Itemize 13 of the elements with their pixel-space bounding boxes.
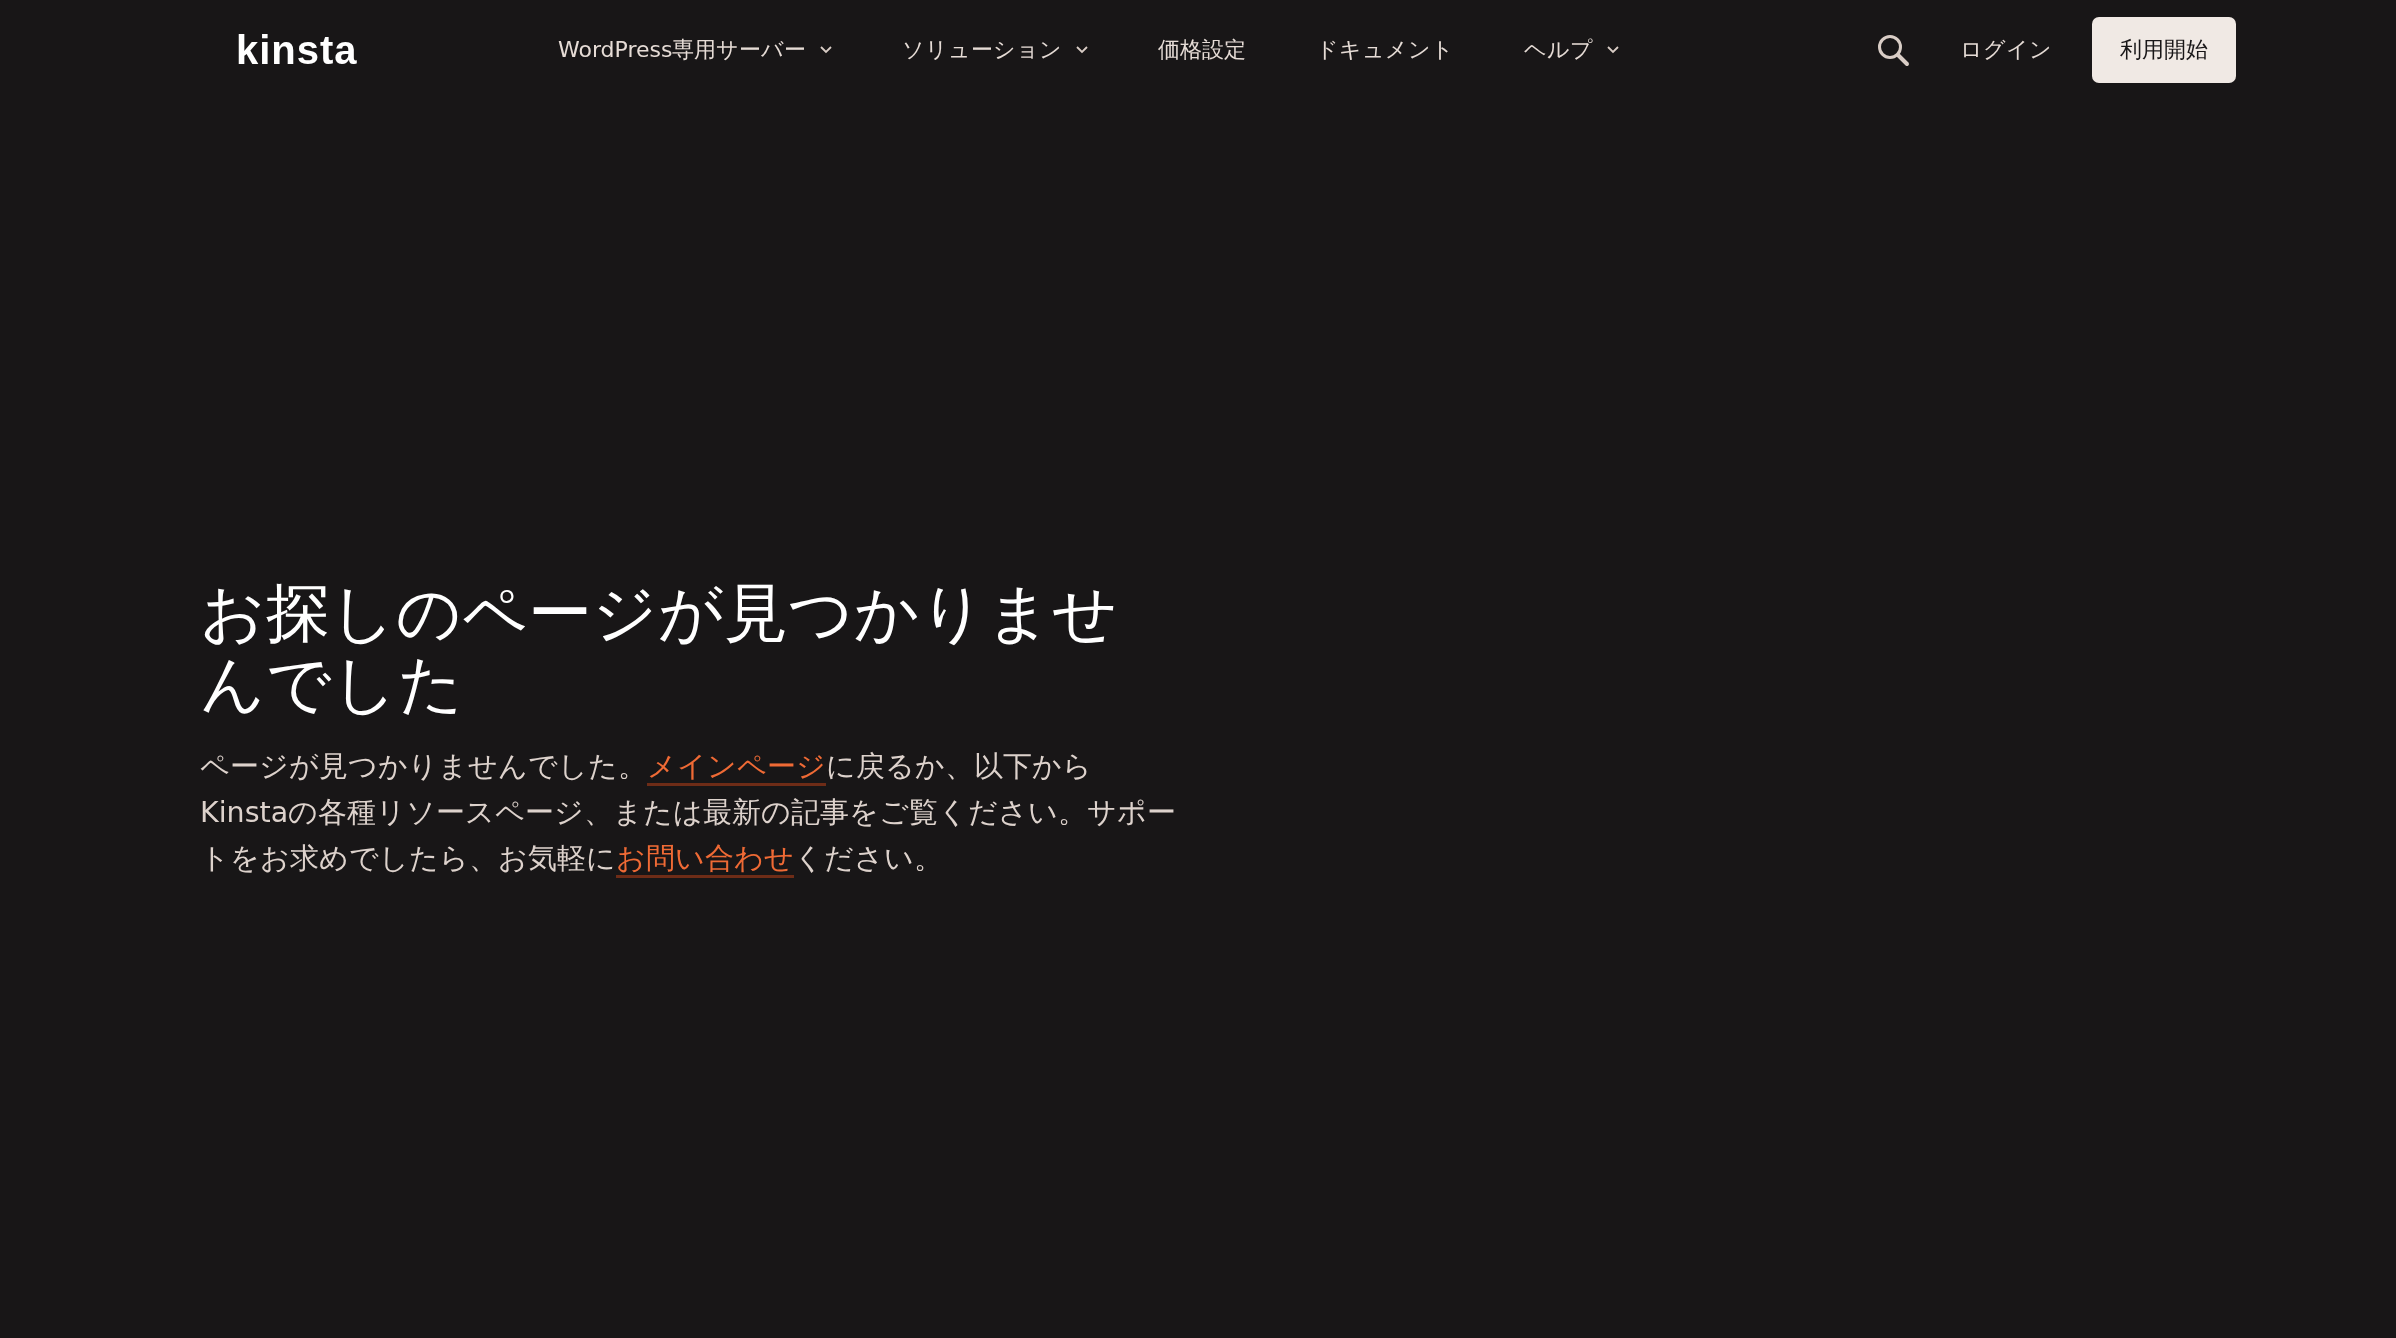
kinsta-logo[interactable]: kinsta [236,27,558,73]
nav-menu-item[interactable]: ヘルプ [1524,35,1620,65]
get-started-button[interactable]: 利用開始 [2092,17,2236,83]
nav-menu-item[interactable]: ドキュメント [1316,35,1455,65]
text-link[interactable]: お問い合わせ [616,842,794,878]
page-heading: お探しのページが見つかりませんでした [200,578,1119,720]
login-link[interactable]: ログイン [1960,35,2052,65]
search-icon[interactable] [1876,33,1910,67]
text-link[interactable]: メインページ [647,750,826,786]
nav-menu-item[interactable]: 価格設定 [1158,35,1247,65]
error-message: ページが見つかりませんでした。メインページ に戻るか、以下からKinstaの各種リソースページ、または最新の記事をご覧ください。サポートをお求めでしたら、お気軽にお問い合わせ ください。 [200,744,1180,882]
nav-menu-item[interactable]: WordPress専用サーバー [558,35,833,65]
nav-menu-item[interactable]: ソリューション [902,35,1089,65]
